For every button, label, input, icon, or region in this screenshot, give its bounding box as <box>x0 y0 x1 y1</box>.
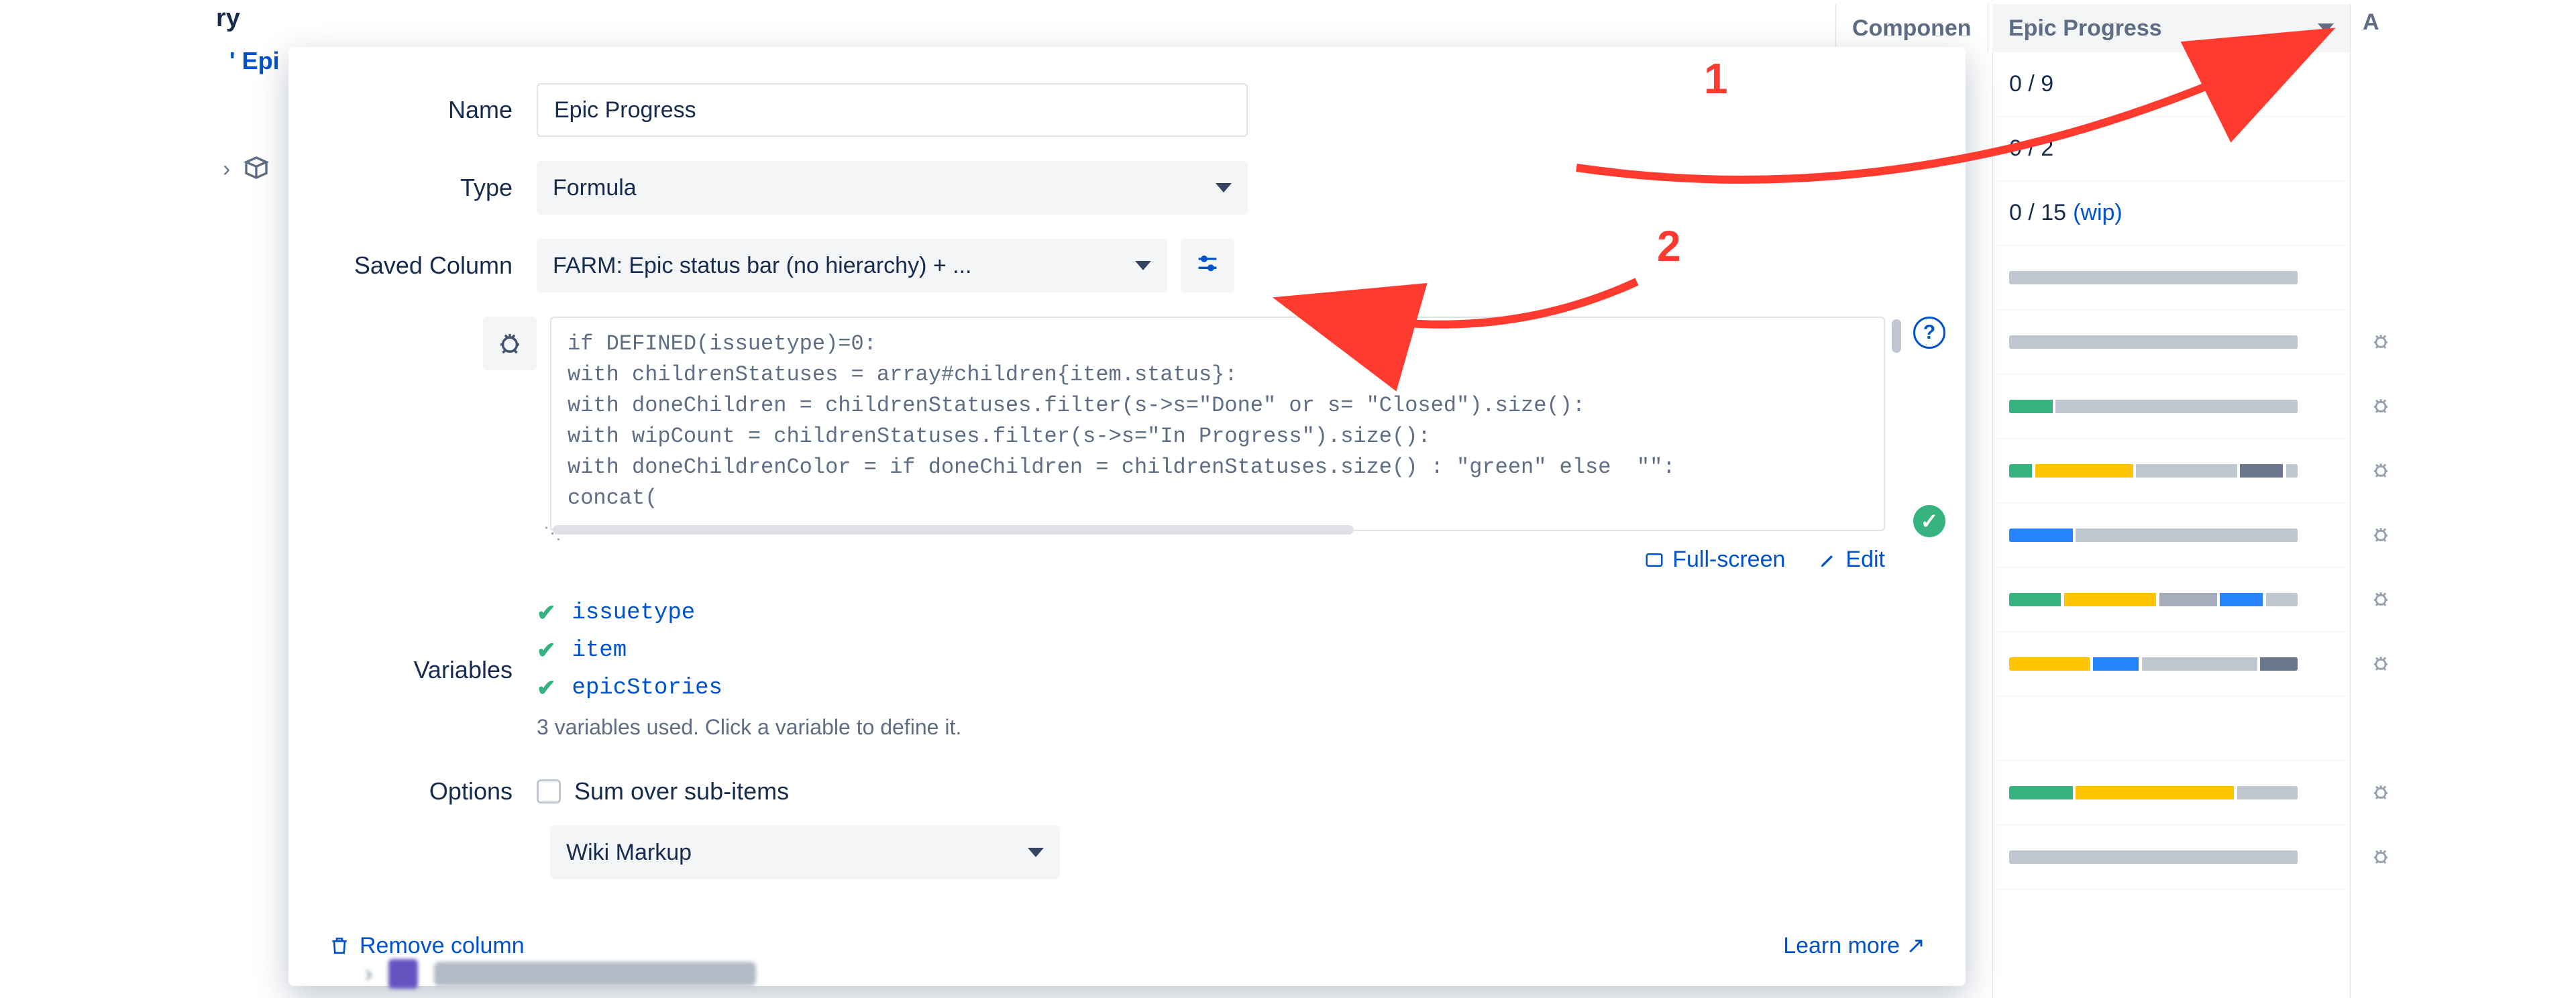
variable-name: item <box>572 638 627 663</box>
progress-bar <box>2009 529 2298 542</box>
fullscreen-label: Full-screen <box>1672 547 1785 573</box>
epic-progress-column: 0 / 90 / 20 / 15(wip) <box>1992 52 2351 998</box>
epic-progress-cell <box>1993 245 2350 310</box>
learn-more-link[interactable]: Learn more ↗ <box>1783 932 1925 959</box>
name-input[interactable] <box>537 83 1248 137</box>
variable-name: issuetype <box>572 600 696 626</box>
remove-column-link[interactable]: Remove column <box>329 933 525 959</box>
edit-link[interactable]: Edit <box>1819 547 1885 573</box>
row-bug-icon <box>2369 781 2392 810</box>
epic-progress-cell <box>1993 825 2350 889</box>
chevron-down-icon <box>1028 848 1044 857</box>
sliders-icon <box>1194 252 1221 279</box>
debug-button[interactable] <box>483 317 537 370</box>
progress-bar <box>2009 335 2298 349</box>
progress-bar <box>2009 786 2298 799</box>
progress-bar <box>2009 271 2298 284</box>
row-bug-icon <box>2369 459 2392 488</box>
check-icon: ✔ <box>537 600 556 626</box>
markup-select-value: Wiki Markup <box>566 840 692 866</box>
epic-progress-cell: 0 / 9 <box>1993 52 2350 117</box>
variable-issuetype[interactable]: ✔ issuetype <box>537 600 1925 626</box>
help-icon[interactable]: ? <box>1913 317 1945 349</box>
epic-icon <box>388 959 418 989</box>
label-variables: Variables <box>329 656 537 684</box>
check-icon: ✔ <box>537 675 556 702</box>
remove-column-label: Remove column <box>360 933 525 959</box>
vertical-scrollbar[interactable] <box>1892 319 1901 353</box>
formula-textarea[interactable] <box>550 317 1885 531</box>
markup-select[interactable]: Wiki Markup <box>550 826 1060 879</box>
progress-bar <box>2009 657 2298 671</box>
type-select-value: Formula <box>553 175 637 201</box>
progress-bar <box>2009 850 2298 864</box>
epi-sliver: ' Epi <box>229 47 280 75</box>
label-saved-column: Saved Column <box>329 252 537 280</box>
fullscreen-icon <box>1644 550 1664 570</box>
saved-column-value: FARM: Epic status bar (no hierarchy) + .… <box>553 253 972 279</box>
annotation-2: 2 <box>1657 221 1681 271</box>
column-header-cut: A <box>2363 9 2379 36</box>
chevron-down-icon <box>1216 183 1232 192</box>
row-bug-icon <box>2369 523 2392 552</box>
variables-note: 3 variables used. Click a variable to de… <box>537 715 1925 740</box>
column-header-epic-label: Epic Progress <box>2008 15 2162 42</box>
edit-label: Edit <box>1845 547 1885 573</box>
epic-progress-cell: 0 / 15(wip) <box>1993 181 2350 245</box>
epic-progress-cell <box>1993 632 2350 696</box>
trash-icon <box>329 935 350 956</box>
variable-epicStories[interactable]: ✔ epicStories <box>537 675 1925 702</box>
epic-progress-cell <box>1993 503 2350 567</box>
label-type: Type <box>329 174 537 202</box>
horizontal-scrollbar[interactable] <box>553 525 1354 535</box>
type-select[interactable]: Formula <box>537 161 1248 215</box>
row-bug-icon <box>2369 652 2392 681</box>
bug-icon <box>496 329 524 357</box>
variable-name: epicStories <box>572 675 722 701</box>
column-editor-panel: Name Type Formula Saved Column FARM: Epi… <box>288 47 1966 986</box>
annotation-1: 1 <box>1704 54 1728 103</box>
row-bug-icon <box>2369 845 2392 874</box>
progress-bar <box>2009 464 2298 478</box>
row-bug-icon <box>2369 394 2392 423</box>
epic-progress-cell <box>1993 374 2350 439</box>
epic-progress-cell <box>1993 696 2350 761</box>
tree-icon <box>243 154 270 187</box>
row-bug-icon <box>2369 588 2392 616</box>
progress-bar <box>2009 400 2298 413</box>
epic-progress-cell: 0 / 2 <box>1993 117 2350 181</box>
fullscreen-link[interactable]: Full-screen <box>1644 547 1785 573</box>
column-header-epic-progress[interactable]: Epic Progress <box>1992 4 2351 52</box>
epic-progress-cell <box>1993 310 2350 374</box>
sum-over-sub-items-checkbox[interactable] <box>537 779 561 803</box>
resize-icon[interactable]: ⋰ <box>542 525 563 543</box>
label-options: Options <box>329 777 537 806</box>
check-circle-icon: ✓ <box>1913 505 1945 537</box>
chevron-down-icon <box>1135 261 1151 270</box>
check-icon: ✔ <box>537 637 556 664</box>
column-header-components[interactable]: Componen <box>1835 4 1988 52</box>
tree-row-blurred: › <box>365 959 756 989</box>
epic-progress-cell <box>1993 761 2350 825</box>
row-bug-icon <box>2369 330 2392 359</box>
epic-progress-cell <box>1993 567 2350 632</box>
page-title-cut: ry <box>216 4 240 33</box>
saved-column-settings-button[interactable] <box>1181 239 1234 292</box>
chevron-down-icon <box>2318 23 2334 33</box>
tree-chevron[interactable]: › <box>223 156 230 182</box>
saved-column-select[interactable]: FARM: Epic status bar (no hierarchy) + .… <box>537 239 1167 292</box>
epic-progress-cell <box>1993 439 2350 503</box>
label-name: Name <box>329 96 537 124</box>
wip-link[interactable]: (wip) <box>2073 200 2123 226</box>
progress-bar <box>2009 593 2298 606</box>
pencil-icon <box>1819 551 1837 569</box>
sum-over-sub-items-label: Sum over sub-items <box>574 777 789 806</box>
variable-item[interactable]: ✔ item <box>537 637 1925 664</box>
